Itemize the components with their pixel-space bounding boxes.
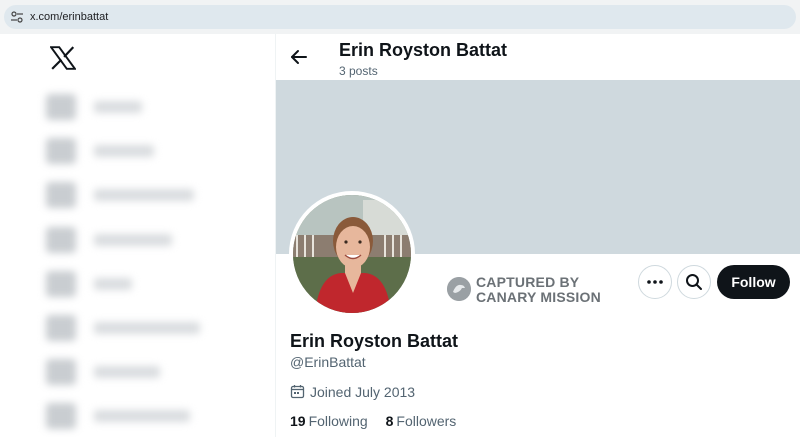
- sidebar-nav-item[interactable]: [46, 227, 226, 253]
- sidebar-nav-item[interactable]: [46, 138, 226, 164]
- sidebar-nav-item[interactable]: [46, 315, 226, 341]
- search-profile-button[interactable]: [677, 265, 711, 299]
- avatar-photo: [293, 195, 411, 313]
- sidebar: [0, 34, 275, 437]
- follow-button[interactable]: Follow: [717, 265, 790, 299]
- canary-bird-icon: [447, 277, 471, 301]
- joined-text: Joined July 2013: [310, 384, 416, 400]
- x-logo-icon[interactable]: [50, 46, 76, 70]
- back-arrow-icon[interactable]: [288, 46, 310, 68]
- profile-handle: @ErinBattat: [290, 354, 366, 370]
- sidebar-nav-item[interactable]: [46, 182, 226, 208]
- stamp-line-1: CAPTURED BY: [476, 274, 580, 290]
- avatar[interactable]: [289, 191, 415, 317]
- followers-link[interactable]: 8 Followers: [386, 413, 457, 429]
- stamp-line-2: CANARY MISSION: [476, 289, 601, 305]
- sidebar-nav-item[interactable]: [46, 271, 226, 297]
- follow-stats: 19 Following 8 Followers: [290, 413, 470, 429]
- site-settings-icon[interactable]: [10, 10, 24, 24]
- profile-column: Erin Royston Battat 3 posts CAPTURED BY …: [276, 34, 800, 437]
- header-profile-name: Erin Royston Battat: [339, 40, 508, 60]
- followers-count: 8: [385, 413, 394, 429]
- calendar-icon: [290, 385, 305, 399]
- address-url[interactable]: x.com/erinbattat: [30, 10, 108, 24]
- sidebar-nav-item[interactable]: [46, 403, 226, 429]
- followers-label: Followers: [396, 413, 457, 429]
- more-options-button[interactable]: [638, 265, 672, 299]
- following-count: 19: [290, 413, 306, 429]
- address-bar[interactable]: [4, 5, 796, 29]
- captured-by-stamp: CAPTURED BY CANARY MISSION: [446, 272, 606, 306]
- following-label: Following: [308, 413, 368, 429]
- search-icon: [686, 274, 702, 290]
- following-link[interactable]: 19 Following: [290, 413, 368, 429]
- sidebar-nav-item[interactable]: [46, 359, 226, 385]
- browser-toolbar: x.com/erinbattat: [0, 0, 800, 34]
- profile-name: Erin Royston Battat: [290, 331, 459, 351]
- more-dots-icon: [647, 280, 663, 284]
- sidebar-nav-item[interactable]: [46, 94, 226, 120]
- header-post-count: 3 posts: [339, 64, 378, 78]
